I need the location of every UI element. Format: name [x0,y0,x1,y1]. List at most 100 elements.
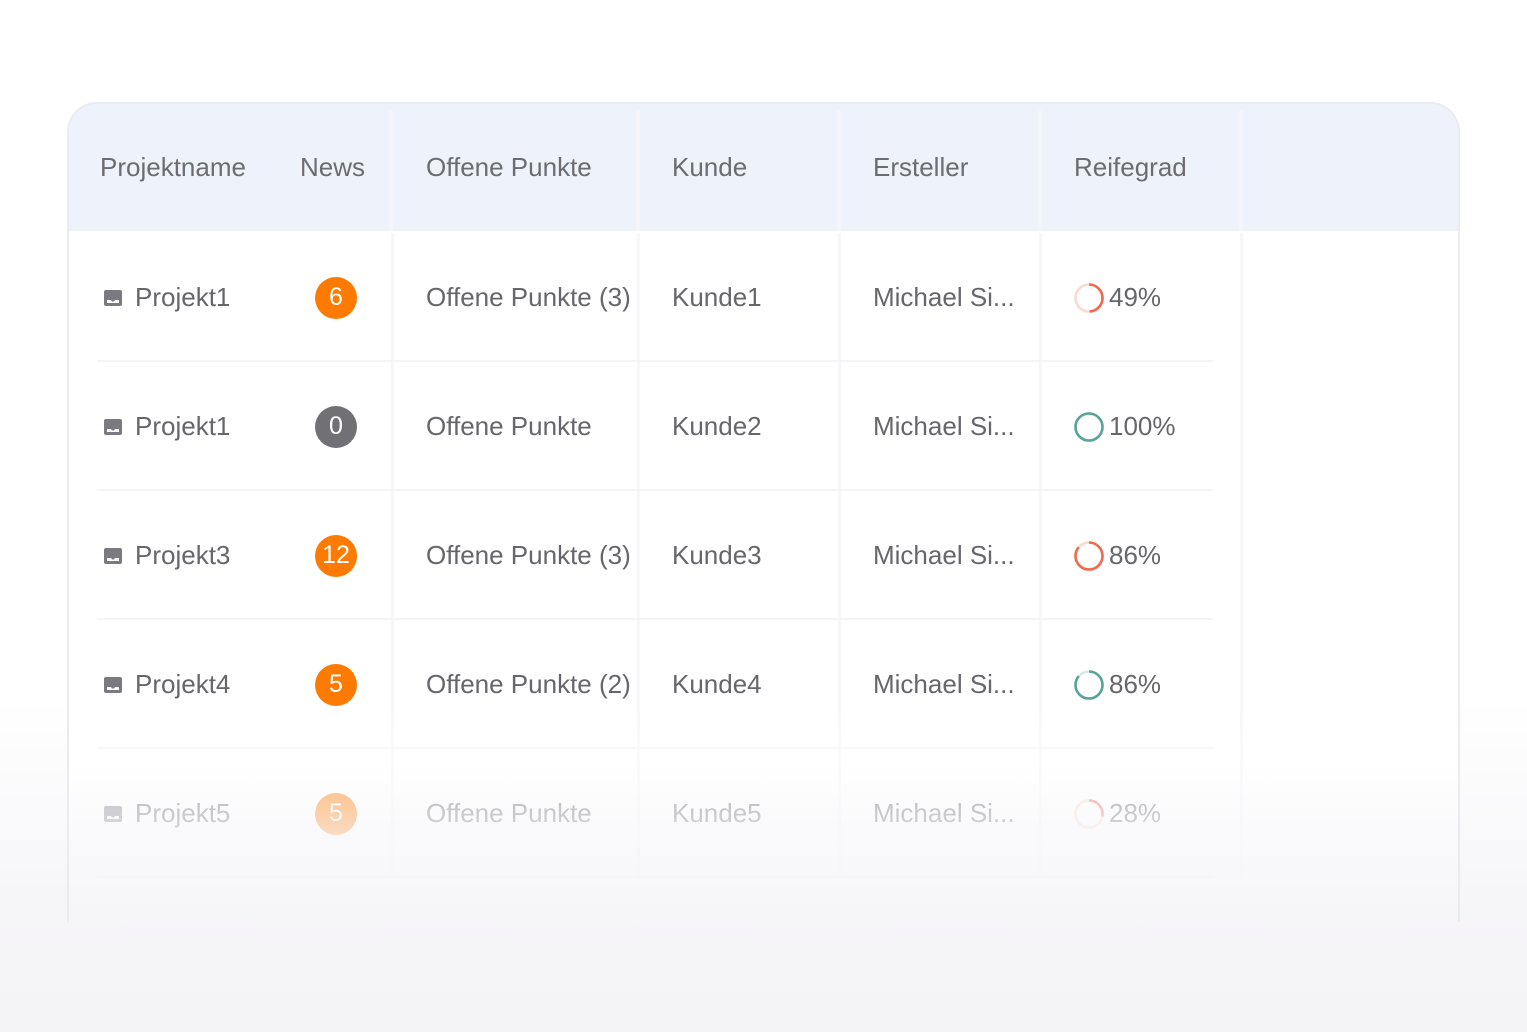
column-divider [637,233,640,362]
maturity-percent: 49% [1109,282,1162,312]
progress-ring-icon [1074,669,1104,700]
progress-ring-icon [1074,540,1104,571]
column-divider [637,620,640,749]
column-divider [391,491,394,620]
table-row[interactable]: Projekt3 12 Offene Punkte (3) Kunde3 Michael… [69,491,1243,620]
project-name: Projekt1 [135,411,231,441]
column-header-offene-punkte[interactable]: Offene Punkte [426,104,592,231]
progress-ring-icon [1074,798,1104,829]
column-divider [838,362,841,491]
news-count-badge[interactable]: 5 [315,663,357,706]
cell-ersteller: Michael Si... [873,411,1015,441]
column-header-news[interactable]: News [300,104,365,231]
column-header-projektname[interactable]: Projektname [100,104,246,231]
cell-ersteller: Michael Si... [873,282,1015,312]
cell-offene-punkte[interactable]: Offene Punkte (3) [426,233,631,362]
column-divider [1240,491,1243,620]
cell-news: 12 [315,491,357,620]
cell-kunde: Kunde3 [672,540,762,570]
cell-news: 5 [315,620,357,749]
cell-news: 6 [315,233,357,362]
maturity-percent: 86% [1109,540,1162,570]
column-divider [637,749,640,878]
row-divider [97,876,1213,878]
cell-projektname[interactable]: Projekt4 [103,620,230,749]
cell-projektname[interactable]: Projekt5 [103,749,230,878]
column-header-reifegrad[interactable]: Reifegrad [1074,104,1187,231]
column-divider [1039,362,1042,491]
cell-offene-punkte[interactable]: Offene Punkte (2) [426,620,631,749]
column-divider [1039,620,1042,749]
table-row[interactable]: Projekt5 5 Offene Punkte Kunde5 Michael Si..… [69,749,1243,878]
column-divider [838,620,841,749]
cell-projektname[interactable]: Projekt1 [103,362,230,491]
column-divider [637,362,640,491]
cell-offene-punkte[interactable]: Offene Punkte (3) [426,491,631,620]
project-icon [104,676,122,693]
news-count-badge[interactable]: 5 [315,792,357,835]
column-divider [838,491,841,620]
column-header-kunde[interactable]: Kunde [672,104,747,231]
column-divider [1039,233,1042,362]
column-divider [1240,620,1243,749]
table-row[interactable]: Projekt1 0 Offene Punkte Kunde2 Michael Si..… [69,362,1243,491]
column-divider [838,749,841,878]
progress-ring-icon [1074,411,1104,442]
cell-kunde: Kunde2 [672,411,762,441]
cell-reifegrad: 86% [1073,491,1161,620]
column-divider [1240,362,1243,491]
project-icon [104,547,122,564]
column-divider [1039,749,1042,878]
table-row[interactable]: Projekt1 6 Offene Punkte (3) Kunde1 Michael … [69,233,1243,362]
column-divider [391,233,394,362]
column-divider [637,491,640,620]
cell-reifegrad: 49% [1073,233,1161,362]
cell-projektname[interactable]: Projekt1 [103,233,230,362]
cell-reifegrad: 28% [1073,749,1161,878]
project-icon [104,289,122,306]
cell-news: 0 [315,362,357,491]
column-divider [837,110,841,231]
cell-offene-punkte[interactable]: Offene Punkte [426,749,592,878]
news-count-badge[interactable]: 6 [315,276,357,319]
cell-ersteller: Michael Si... [873,669,1015,699]
column-divider [1039,491,1042,620]
news-count-badge[interactable]: 12 [315,534,357,577]
project-name: Projekt4 [135,669,231,699]
column-divider [391,620,394,749]
cell-kunde: Kunde5 [672,798,762,828]
project-name: Projekt1 [135,282,231,312]
column-divider [391,749,394,878]
column-divider [391,362,394,491]
news-count-badge[interactable]: 0 [315,405,357,448]
column-divider [1240,233,1243,362]
column-divider [1240,749,1243,878]
project-icon [104,418,122,435]
project-name: Projekt5 [135,798,231,828]
cell-ersteller: Michael Si... [873,540,1015,570]
cell-offene-punkte[interactable]: Offene Punkte [426,362,592,491]
table-row[interactable]: Projekt4 5 Offene Punkte (2) Kunde4 Michael … [69,620,1243,749]
cell-reifegrad: 100% [1073,362,1176,491]
projects-table: Projektname News Offene Punkte Kunde Ers… [67,102,1460,922]
project-icon [104,805,122,822]
column-divider [389,110,393,231]
page: Projektname News Offene Punkte Kunde Ers… [0,0,1527,1032]
column-divider [636,110,640,231]
project-name: Projekt3 [135,540,231,570]
column-divider [1239,110,1243,231]
cell-kunde: Kunde1 [672,282,762,312]
progress-ring-icon [1074,282,1104,313]
column-header-ersteller[interactable]: Ersteller [873,104,968,231]
cell-projektname[interactable]: Projekt3 [103,491,230,620]
maturity-percent: 100% [1109,411,1176,441]
maturity-percent: 86% [1109,669,1162,699]
cell-kunde: Kunde4 [672,669,762,699]
column-divider [1038,110,1042,231]
table-header: Projektname News Offene Punkte Kunde Ers… [69,104,1458,231]
column-divider [838,233,841,362]
cell-ersteller: Michael Si... [873,798,1015,828]
maturity-percent: 28% [1109,798,1162,828]
cell-news: 5 [315,749,357,878]
cell-reifegrad: 86% [1073,620,1161,749]
